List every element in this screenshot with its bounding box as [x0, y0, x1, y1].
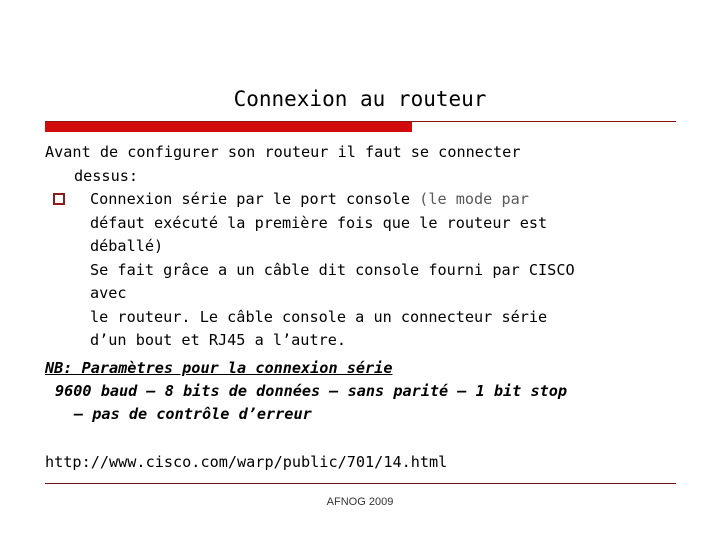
slide-root: Connexion au routeur Avant de configurer… — [0, 0, 720, 540]
bullet-text-main: Connexion série par le port console — [90, 190, 420, 208]
list-item: Connexion série par le port console (le … — [45, 188, 705, 212]
bullet-text-dim: (le mode par — [419, 190, 529, 208]
intro-line-2: dessus: — [74, 166, 139, 185]
footer-divider — [45, 483, 676, 484]
footer-label: AFNOG 2009 — [326, 496, 394, 508]
page-title: Connexion au routeur — [233, 87, 487, 111]
sub-paragraph-line-4: d’un bout et RJ45 a l’autre. — [90, 331, 347, 349]
note-params-line-1: 9600 baud – 8 bits de données – sans par… — [55, 381, 568, 400]
sub-paragraph-line-3: le routeur. Le câble console a un connec… — [90, 307, 548, 326]
square-outline-bullet-icon — [53, 193, 65, 205]
divider-accent-bar — [45, 122, 412, 132]
bullet-line-1: Connexion série par le port console (le … — [45, 188, 705, 212]
bullet-line-2: défaut exécuté la première fois que le r… — [90, 213, 548, 232]
sub-paragraph-line-2: avec — [90, 284, 127, 302]
slide-body: Avant de configurer son routeur il faut … — [45, 141, 705, 427]
note-params-line-2: – pas de contrôle d’erreur — [74, 405, 312, 423]
reference-url[interactable]: http://www.cisco.com/warp/public/701/14.… — [45, 452, 447, 472]
bullet-line-3: déballé) — [90, 237, 164, 255]
sub-paragraph-line-1: Se fait grâce a un câble dit console fou… — [90, 260, 575, 279]
title-divider — [45, 120, 676, 132]
note-heading: NB: Paramètres pour la connexion série — [45, 358, 393, 377]
intro-line-1: Avant de configurer son routeur il faut … — [45, 143, 521, 161]
